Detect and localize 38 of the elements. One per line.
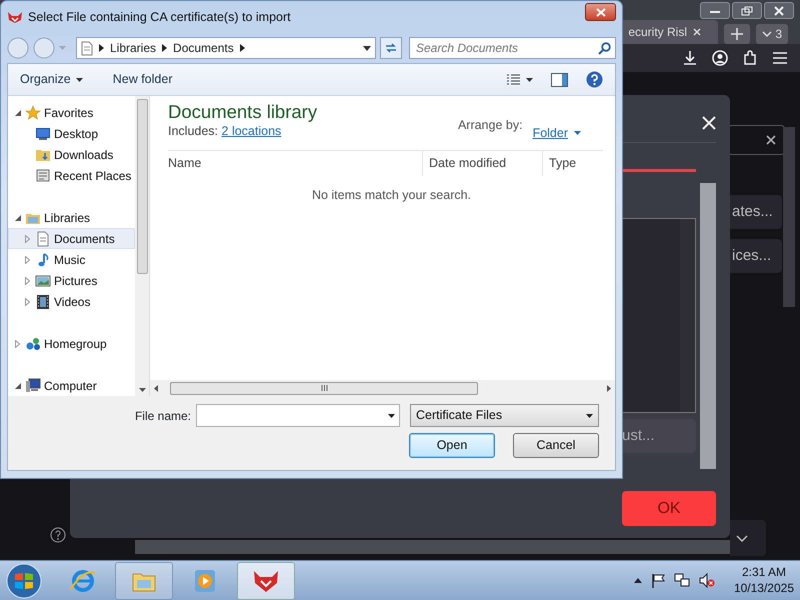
- window-title: Select File containing CA certificate(s) to import: [28, 8, 291, 26]
- breadcrumb[interactable]: Documents: [173, 39, 234, 57]
- address-bar[interactable]: Libraries Documents: [76, 37, 376, 59]
- settings-button[interactable]: ices...: [730, 239, 782, 273]
- empty-message: No items match your search.: [312, 188, 472, 202]
- open-button[interactable]: Open: [409, 433, 495, 458]
- includes-label: Includes:: [168, 124, 218, 138]
- tree-item[interactable]: Homegroup: [8, 333, 135, 354]
- column-header[interactable]: Date modified: [429, 154, 506, 173]
- breadcrumb[interactable]: Libraries: [110, 39, 156, 57]
- tree-item[interactable]: Favorites: [8, 102, 135, 123]
- settings-button[interactable]: ates...: [730, 195, 782, 229]
- tree-item[interactable]: Music: [8, 249, 135, 270]
- file-type-dropdown[interactable]: Certificate Files: [410, 404, 599, 427]
- file-name-label: File name:: [134, 408, 191, 424]
- tree-item[interactable]: Desktop: [8, 123, 135, 144]
- tree-item[interactable]: Libraries: [8, 207, 135, 228]
- column-header[interactable]: Type: [549, 154, 576, 173]
- locations-link[interactable]: 2 locations: [222, 124, 282, 138]
- tree-item[interactable]: Videos: [8, 291, 135, 312]
- tree-item[interactable]: Recent Places: [8, 165, 135, 186]
- arrange-label: Arrange by:: [458, 117, 523, 134]
- toolbar-button[interactable]: Organize: [20, 70, 83, 89]
- tab-list-button[interactable]: 3: [756, 24, 788, 44]
- browser-tab[interactable]: ecurity Risl: [620, 20, 718, 44]
- tree-item[interactable]: Pictures: [8, 270, 135, 291]
- tab-title: ecurity Risl: [628, 24, 687, 41]
- column-header[interactable]: Name: [168, 154, 202, 173]
- library-title: Documents library: [168, 102, 318, 122]
- tree-item[interactable]: Downloads: [8, 144, 135, 165]
- search-box[interactable]: Search Documents: [409, 37, 616, 59]
- arrange-dropdown[interactable]: Folder: [532, 116, 581, 150]
- cancel-button[interactable]: Cancel: [513, 433, 599, 458]
- tree-item[interactable]: Computer: [8, 375, 135, 396]
- clock[interactable]: 2:31 AM 10/13/2025: [734, 564, 794, 596]
- tree-item[interactable]: Documents: [8, 228, 135, 249]
- toolbar-button[interactable]: New folder: [112, 70, 172, 89]
- settings-button[interactable]: ust...: [620, 419, 696, 453]
